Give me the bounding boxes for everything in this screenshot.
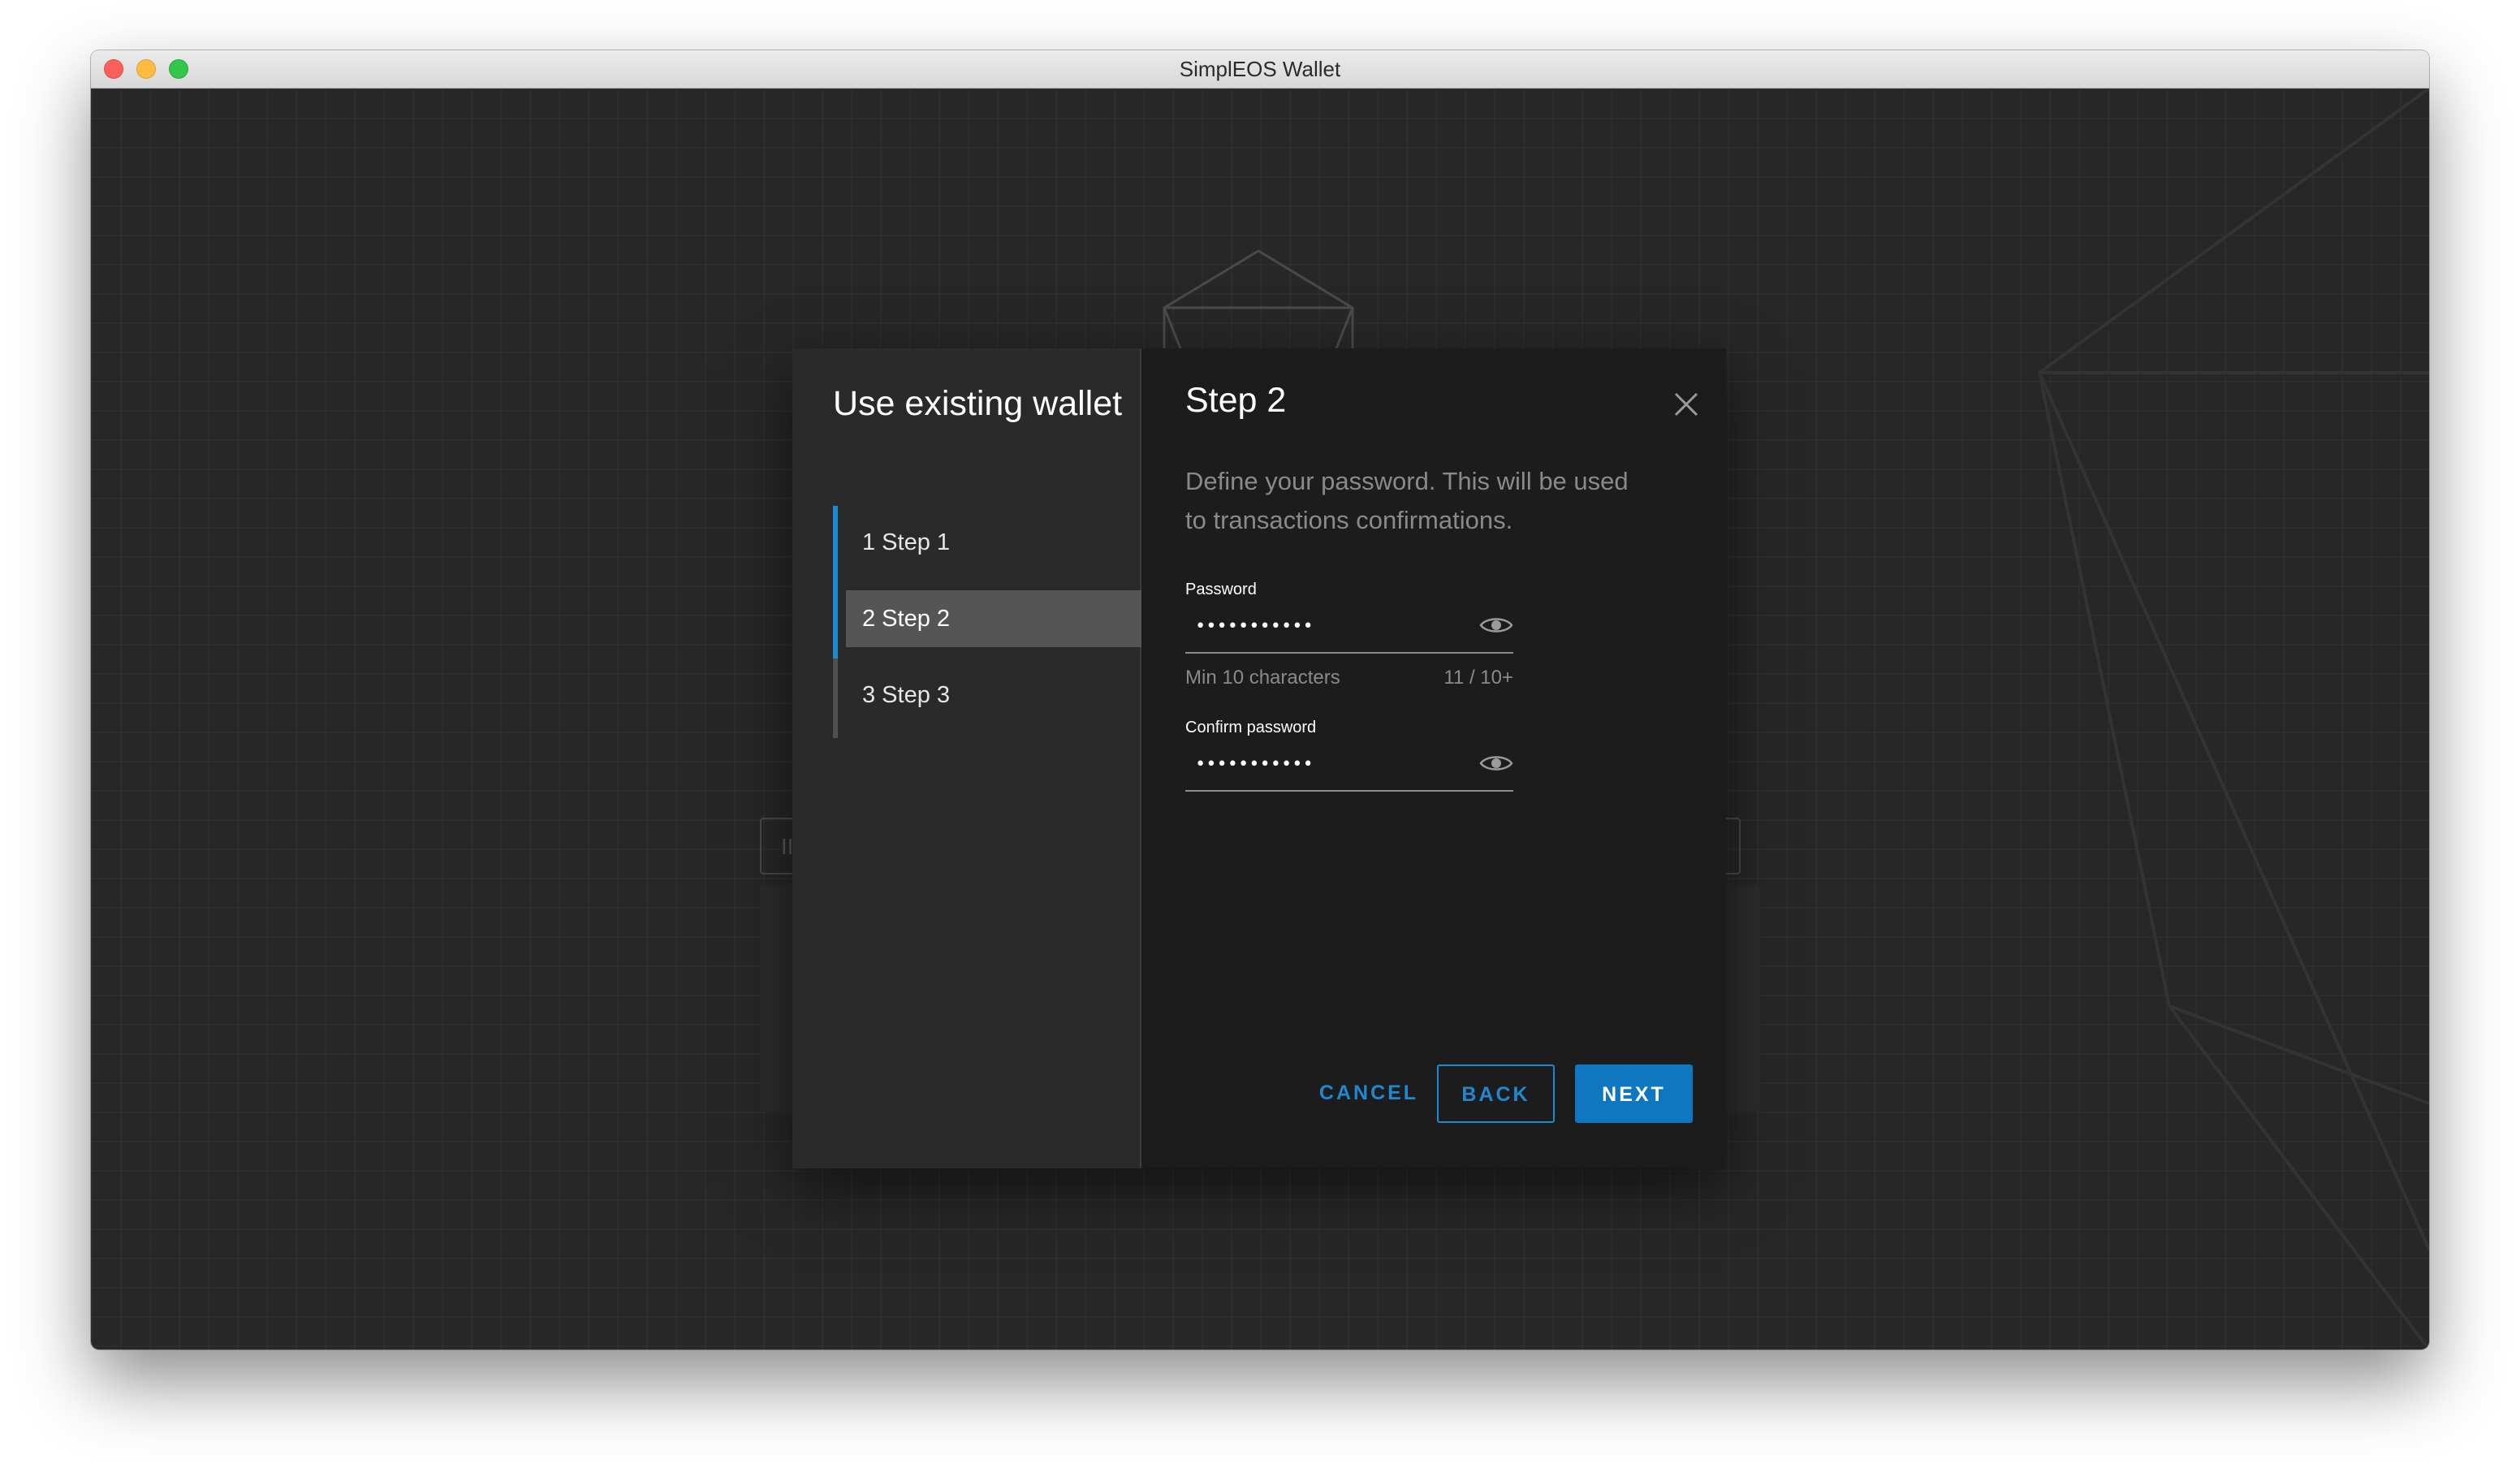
eye-icon[interactable] [1479,751,1513,775]
window-title: SimplEOS Wallet [1179,57,1341,81]
dialog-sidebar: Use existing wallet 1 Step 1 2 Step 2 3 … [792,348,1141,1168]
sidebar-title: Use existing wallet [833,384,1123,423]
next-button[interactable]: NEXT [1575,1064,1693,1123]
dialog-main: Step 2 Define your password. This will b… [1141,348,1726,1168]
wallet-dialog: Use existing wallet 1 Step 1 2 Step 2 3 … [792,348,1726,1168]
eye-icon[interactable] [1479,613,1513,637]
confirm-password-input[interactable] [1185,748,1461,780]
password-counter: 11 / 10+ [1443,667,1513,689]
app-content: II Use existing wallet 1 Step 1 2 Step 2… [91,89,2429,1349]
password-label: Password [1185,581,1257,598]
app-window: SimplEOS Wallet II Use existing wallet 1… [91,50,2429,1349]
password-hint-row: Min 10 characters 11 / 10+ [1185,660,1513,693]
close-icon[interactable] [1671,389,1702,420]
page-title: Step 2 [1185,381,1287,420]
password-field: Password Min 10 characters 11 / 10+ [1185,581,1513,693]
password-input-wrapper [1185,605,1513,654]
step-item-2[interactable]: 2 Step 2 [846,590,1141,647]
step-progress-bar [833,506,838,658]
confirm-password-input-wrapper [1185,743,1513,792]
step-description: Define your password. This will be used … [1185,467,1629,534]
back-button[interactable]: BACK [1437,1064,1555,1123]
title-bar: SimplEOS Wallet [91,50,2429,89]
password-input[interactable] [1185,610,1461,642]
background-geometry [2038,89,2429,1349]
password-hint: Min 10 characters [1185,667,1340,689]
confirm-password-field: Confirm password [1185,719,1513,792]
step-item-1[interactable]: 1 Step 1 [846,514,1141,571]
cancel-button[interactable]: CANCEL [1304,1064,1434,1123]
confirm-password-label: Confirm password [1185,719,1317,736]
logo-outline [1163,249,1354,358]
step-item-3[interactable]: 3 Step 3 [846,667,1141,723]
